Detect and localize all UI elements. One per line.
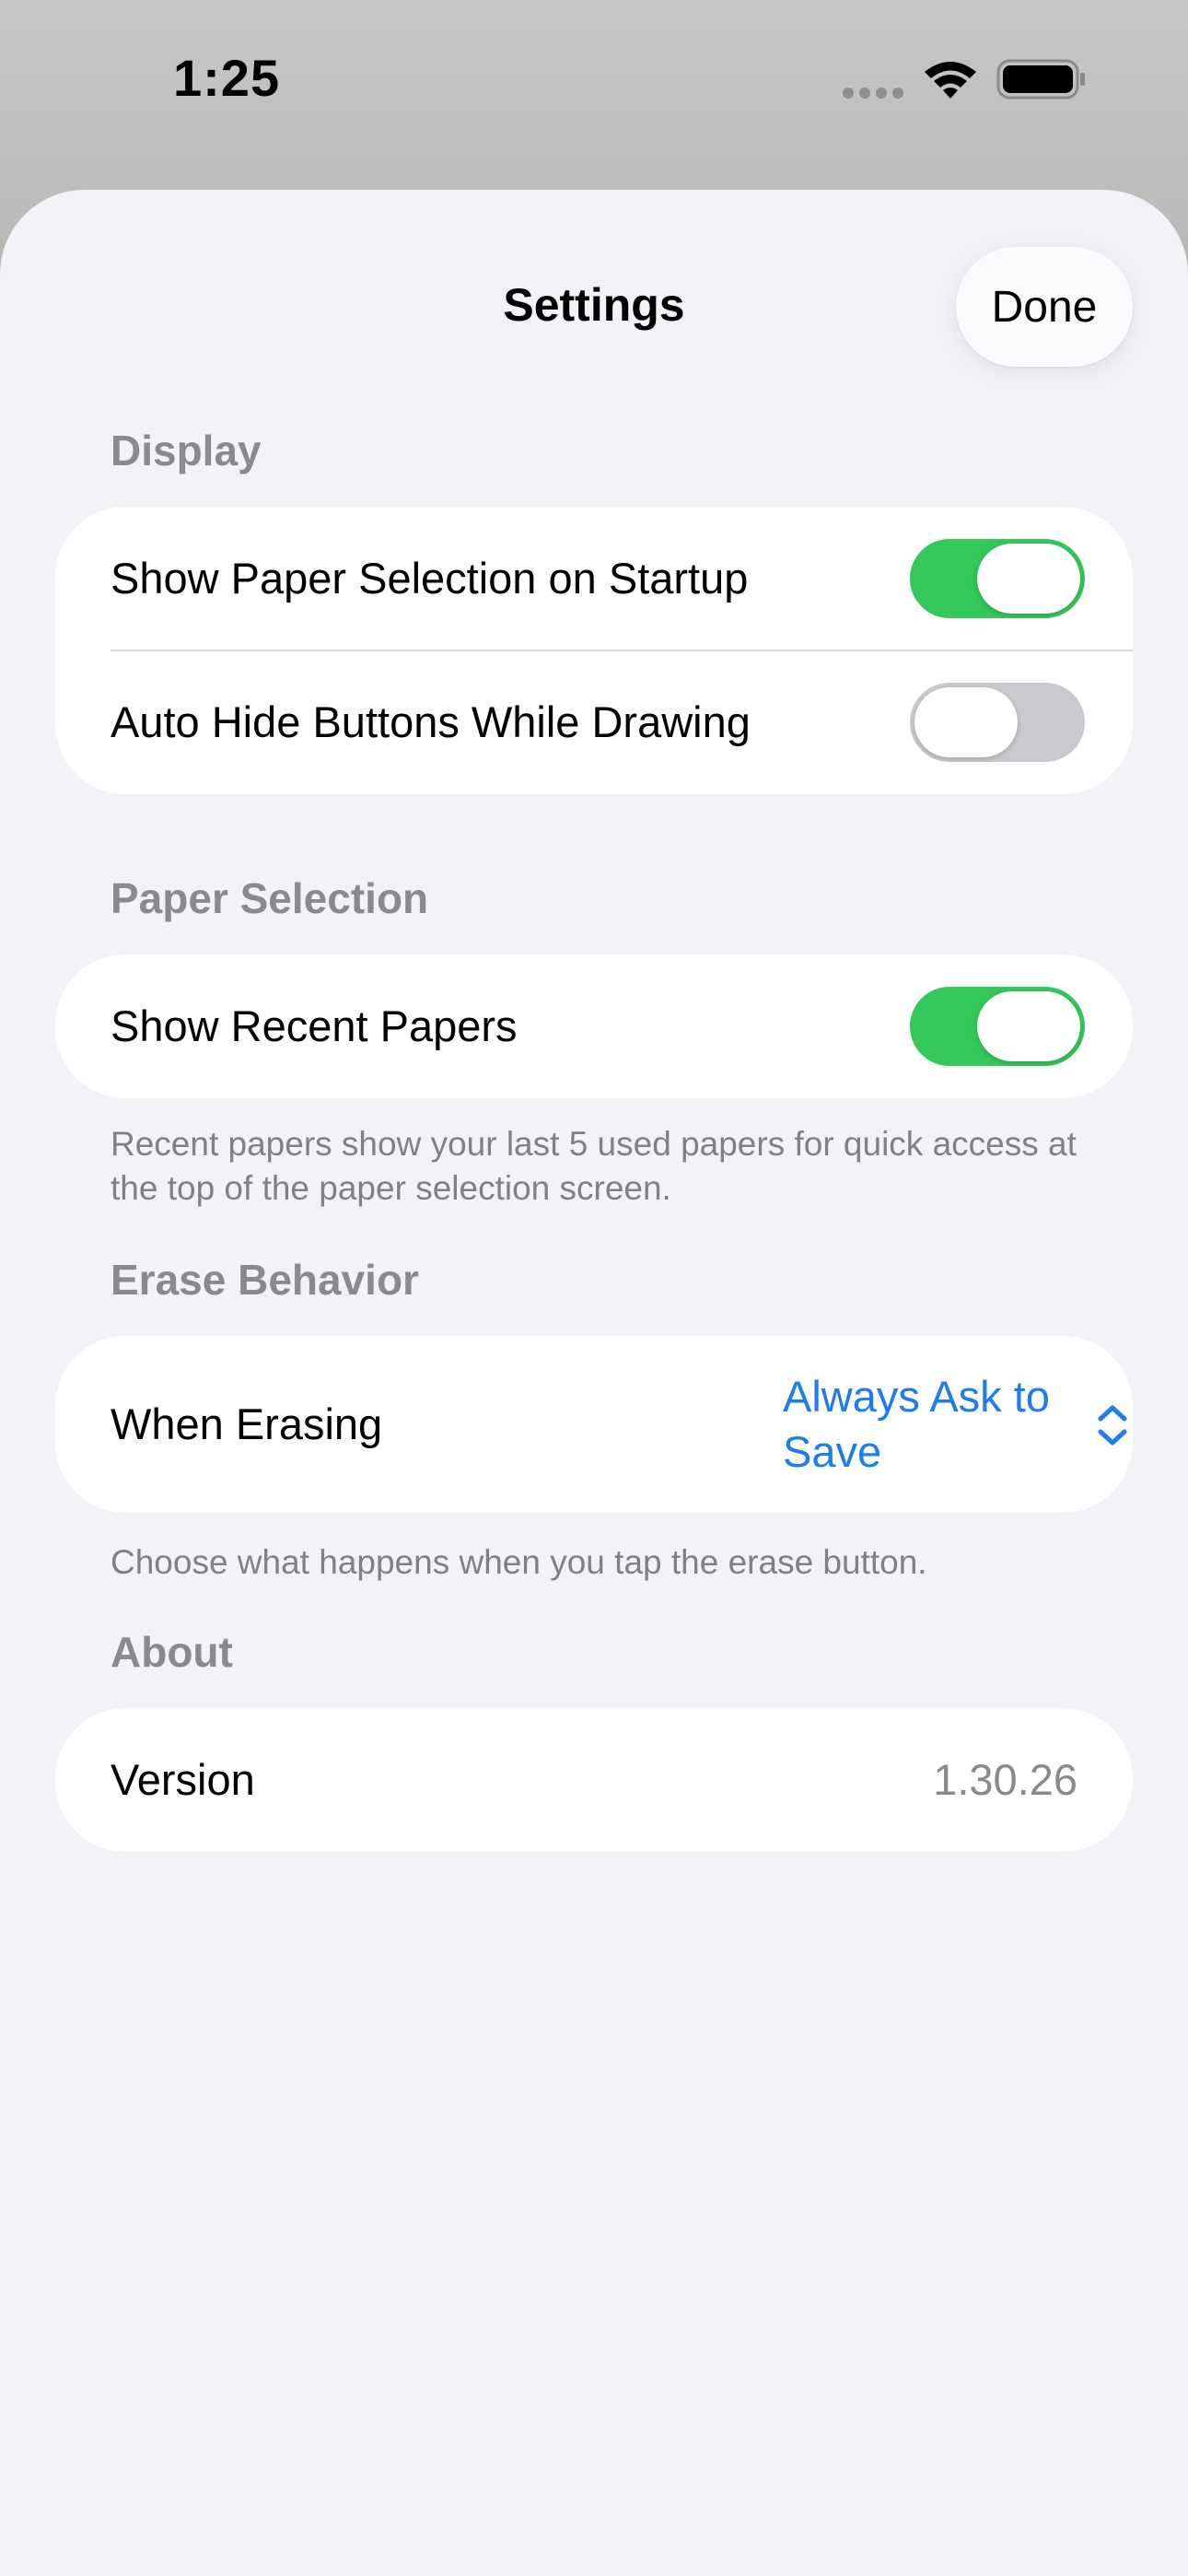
row-show-recent-papers[interactable]: Show Recent Papers (55, 954, 1133, 1098)
chevron-up-down-icon (1098, 1405, 1127, 1446)
section-header-erase-behavior: Erase Behavior (111, 1256, 419, 1304)
toggle-knob (914, 687, 1018, 757)
toggle-knob (977, 991, 1080, 1061)
version-value: 1.30.26 (933, 1755, 1077, 1804)
row-label: When Erasing (111, 1399, 383, 1448)
paper-selection-group: Show Recent Papers (55, 954, 1133, 1098)
row-auto-hide-buttons[interactable]: Auto Hide Buttons While Drawing (55, 650, 1133, 794)
auto-hide-buttons-toggle[interactable] (910, 683, 1085, 762)
battery-icon (996, 59, 1085, 100)
erase-behavior-group: When Erasing Always Ask to Save (55, 1336, 1133, 1513)
row-show-paper-selection[interactable]: Show Paper Selection on Startup (55, 507, 1133, 650)
cellular-signal-icon (843, 88, 903, 99)
erase-behavior-picker[interactable]: Always Ask to Save (783, 1369, 1087, 1480)
row-label: Show Paper Selection on Startup (111, 554, 749, 603)
section-header-about: About (111, 1628, 233, 1676)
display-group: Show Paper Selection on Startup Auto Hid… (55, 507, 1133, 794)
section-header-display: Display (111, 427, 262, 474)
row-label: Version (111, 1755, 255, 1804)
wifi-icon (925, 62, 976, 99)
show-recent-papers-toggle[interactable] (910, 987, 1085, 1066)
settings-sheet: Settings Done Display Show Paper Selecti… (0, 190, 1188, 2576)
row-when-erasing[interactable]: When Erasing Always Ask to Save (55, 1336, 1133, 1513)
show-paper-selection-toggle[interactable] (910, 539, 1085, 618)
paper-selection-footer: Recent papers show your last 5 used pape… (111, 1125, 1077, 1207)
row-label: Auto Hide Buttons While Drawing (111, 697, 751, 746)
about-group: Version 1.30.26 (55, 1708, 1133, 1852)
section-header-paper-selection: Paper Selection (111, 874, 429, 922)
done-button[interactable]: Done (956, 247, 1133, 367)
row-version: Version 1.30.26 (55, 1708, 1133, 1852)
toggle-knob (977, 544, 1080, 614)
status-bar: 1:25 (0, 0, 1188, 184)
status-time: 1:25 (173, 49, 281, 107)
erase-behavior-footer: Choose what happens when you tap the era… (111, 1543, 927, 1581)
row-label: Show Recent Papers (111, 1001, 518, 1050)
